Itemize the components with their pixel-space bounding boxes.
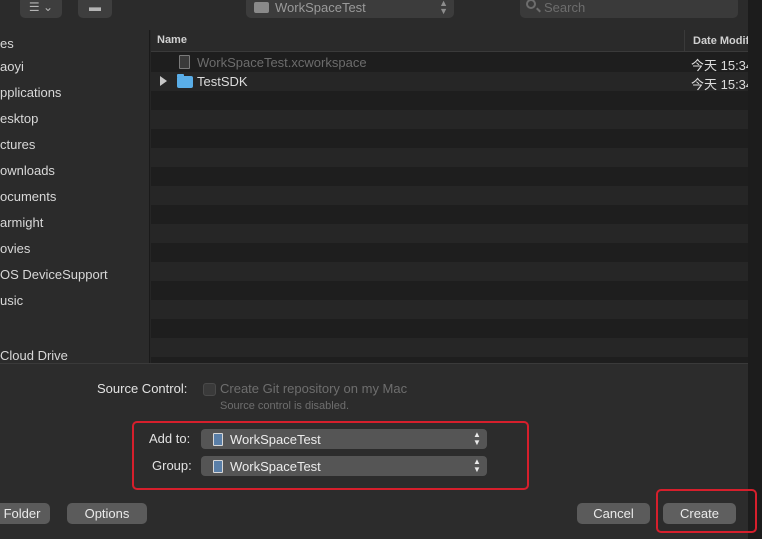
new-folder-button[interactable]: Folder [0, 503, 50, 524]
empty-row [151, 186, 748, 205]
sidebar-item-home[interactable]: aoyi [0, 57, 24, 77]
sidebar-item-documents[interactable]: ocuments [0, 187, 56, 207]
sidebar-item-music[interactable]: usic [0, 291, 23, 311]
sidebar-section-header: es [0, 36, 14, 51]
options-button[interactable]: Options [67, 503, 147, 524]
location-value: WorkSpaceTest [275, 0, 366, 15]
column-header-date[interactable]: Date Modifi [684, 30, 748, 52]
file-browser: Name Date Modifi WorkSpaceTest.xcworkspa… [151, 30, 748, 363]
search-placeholder: Search [544, 0, 586, 15]
list-view-icon: ☰ ⌄ [28, 0, 54, 14]
column-header-name[interactable]: Name [157, 34, 187, 46]
empty-row [151, 129, 748, 148]
empty-row [151, 300, 748, 319]
file-row-workspace[interactable]: WorkSpaceTest.xcworkspace 今天 15:34 [151, 53, 748, 73]
options-button-label: Options [84, 506, 130, 521]
sidebar-item-armight[interactable]: armight [0, 213, 43, 233]
highlight-box-create [656, 489, 757, 533]
view-mode-button[interactable]: ☰ ⌄ [20, 0, 62, 18]
sidebar-item-movies[interactable]: ovies [0, 239, 30, 259]
search-input[interactable]: Search [520, 0, 738, 18]
folder-icon: ▬ [89, 0, 101, 14]
source-control-note: Source control is disabled. [220, 400, 350, 412]
toolbar: ☰ ⌄ ▬ WorkSpaceTest ▲ ▼ Search [0, 0, 762, 30]
sidebar-item-devicesupport[interactable]: OS DeviceSupport [0, 265, 108, 285]
file-name: WorkSpaceTest.xcworkspace [197, 55, 367, 70]
empty-row [151, 167, 748, 186]
empty-row [151, 91, 748, 110]
chevron-updown-icon: ▲ ▼ [439, 0, 448, 16]
empty-row [151, 338, 748, 357]
empty-row [151, 148, 748, 167]
empty-row [151, 319, 748, 338]
source-control-label: Source Control: [97, 381, 188, 396]
highlight-box-target [132, 421, 529, 490]
file-name: TestSDK [197, 74, 248, 89]
window-edge [748, 0, 762, 539]
cancel-button-label: Cancel [593, 506, 634, 521]
file-row-testsdk[interactable]: TestSDK 今天 15:34 [151, 72, 748, 92]
sidebar: es aoyi pplications esktop ctures ownloa… [0, 30, 150, 363]
workspace-file-icon [179, 55, 190, 69]
file-list-header: Name Date Modifi [151, 30, 748, 52]
sidebar-item-pictures[interactable]: ctures [0, 135, 35, 155]
disclosure-triangle-icon[interactable] [160, 76, 167, 86]
search-icon [526, 0, 536, 9]
empty-row [151, 205, 748, 224]
create-git-checkbox[interactable] [203, 383, 216, 396]
sidebar-item-downloads[interactable]: ownloads [0, 161, 55, 181]
folder-icon [254, 1, 269, 13]
empty-row [151, 262, 748, 281]
sidebar-item-desktop[interactable]: esktop [0, 109, 38, 129]
location-popup[interactable]: WorkSpaceTest ▲ ▼ [246, 0, 454, 18]
new-folder-toolbar-button[interactable]: ▬ [78, 0, 112, 18]
empty-row [151, 110, 748, 129]
empty-row [151, 281, 748, 300]
new-folder-button-label: Folder [3, 506, 41, 521]
folder-icon [177, 74, 193, 88]
empty-row [151, 224, 748, 243]
cancel-button[interactable]: Cancel [577, 503, 650, 524]
empty-row [151, 243, 748, 262]
create-git-checkbox-label: Create Git repository on my Mac [220, 381, 408, 396]
sidebar-item-applications[interactable]: pplications [0, 83, 61, 103]
